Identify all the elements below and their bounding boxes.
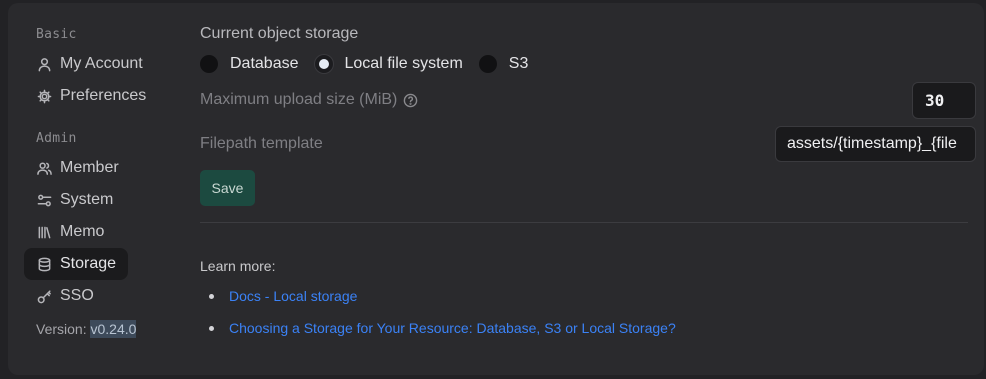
filepath-template-input[interactable]: assets/{timestamp}_{file xyxy=(775,126,976,162)
max-upload-size-input[interactable]: 30 xyxy=(912,82,976,119)
sidebar-item-system[interactable]: System xyxy=(24,184,125,216)
list-item: Docs - Local storage xyxy=(200,288,357,304)
sidebar-item-preferences[interactable]: Preferences xyxy=(24,80,158,112)
choosing-storage-link[interactable]: Choosing a Storage for Your Resource: Da… xyxy=(229,320,676,336)
sidebar-item-member[interactable]: Member xyxy=(24,152,131,184)
learn-more-label: Learn more: xyxy=(200,258,276,274)
list-item: Choosing a Storage for Your Resource: Da… xyxy=(200,320,676,336)
save-button[interactable]: Save xyxy=(200,170,255,206)
max-upload-row-label: Maximum upload size (MiB) xyxy=(200,91,418,109)
storage-type-radio-group: Database Local file system S3 xyxy=(200,53,544,75)
library-icon xyxy=(36,224,52,240)
database-icon xyxy=(36,256,52,272)
divider xyxy=(200,222,968,223)
radio-indicator[interactable] xyxy=(200,55,218,73)
radio-database[interactable]: Database xyxy=(200,55,299,73)
bullet-icon xyxy=(209,325,214,331)
sidebar-item-sso[interactable]: SSO xyxy=(24,280,106,312)
radio-local-file-system[interactable]: Local file system xyxy=(314,55,463,73)
radio-label: Local file system xyxy=(344,55,463,72)
sidebar-item-memo[interactable]: Memo xyxy=(24,216,116,248)
max-upload-label: Maximum upload size (MiB) xyxy=(200,91,398,108)
sidebar-item-my-account[interactable]: My Account xyxy=(24,48,155,80)
filepath-label: Filepath template xyxy=(200,135,323,152)
key-icon xyxy=(36,288,52,304)
radio-s3[interactable]: S3 xyxy=(478,55,529,73)
sidebar-item-storage[interactable]: Storage xyxy=(24,248,129,280)
user-icon xyxy=(36,56,52,72)
docs-local-storage-link[interactable]: Docs - Local storage xyxy=(229,288,357,304)
sidebar-item-label: Member xyxy=(60,159,119,176)
sidebar-item-label: SSO xyxy=(60,287,94,304)
users-icon xyxy=(36,160,52,176)
section-label-basic: Basic xyxy=(36,27,77,42)
version-label: Version: xyxy=(36,321,87,337)
help-icon[interactable] xyxy=(403,93,418,108)
radio-indicator[interactable] xyxy=(314,55,333,73)
sidebar-item-label: Memo xyxy=(60,223,105,240)
settings-sidebar: Basic My Account Preferences Admin Membe… xyxy=(8,3,178,375)
storage-settings: Current object storage Database Local fi… xyxy=(200,3,976,375)
radio-label: Database xyxy=(230,55,299,72)
sidebar-item-label: My Account xyxy=(60,55,143,72)
section-label-admin: Admin xyxy=(36,131,77,146)
radio-label: S3 xyxy=(508,55,529,72)
sidebar-item-label: Storage xyxy=(60,255,117,272)
radio-indicator[interactable] xyxy=(478,55,497,73)
section-heading: Current object storage xyxy=(200,25,359,42)
sidebar-item-label: Preferences xyxy=(60,87,147,104)
gear-icon xyxy=(36,88,52,104)
settings-panel: Basic My Account Preferences Admin Membe… xyxy=(8,3,984,375)
settings-sliders-icon xyxy=(36,192,52,208)
version-info: Version: v0.24.0 xyxy=(36,320,137,338)
sidebar-item-label: System xyxy=(60,191,114,208)
version-value: v0.24.0 xyxy=(90,320,137,338)
bullet-icon xyxy=(209,293,214,299)
